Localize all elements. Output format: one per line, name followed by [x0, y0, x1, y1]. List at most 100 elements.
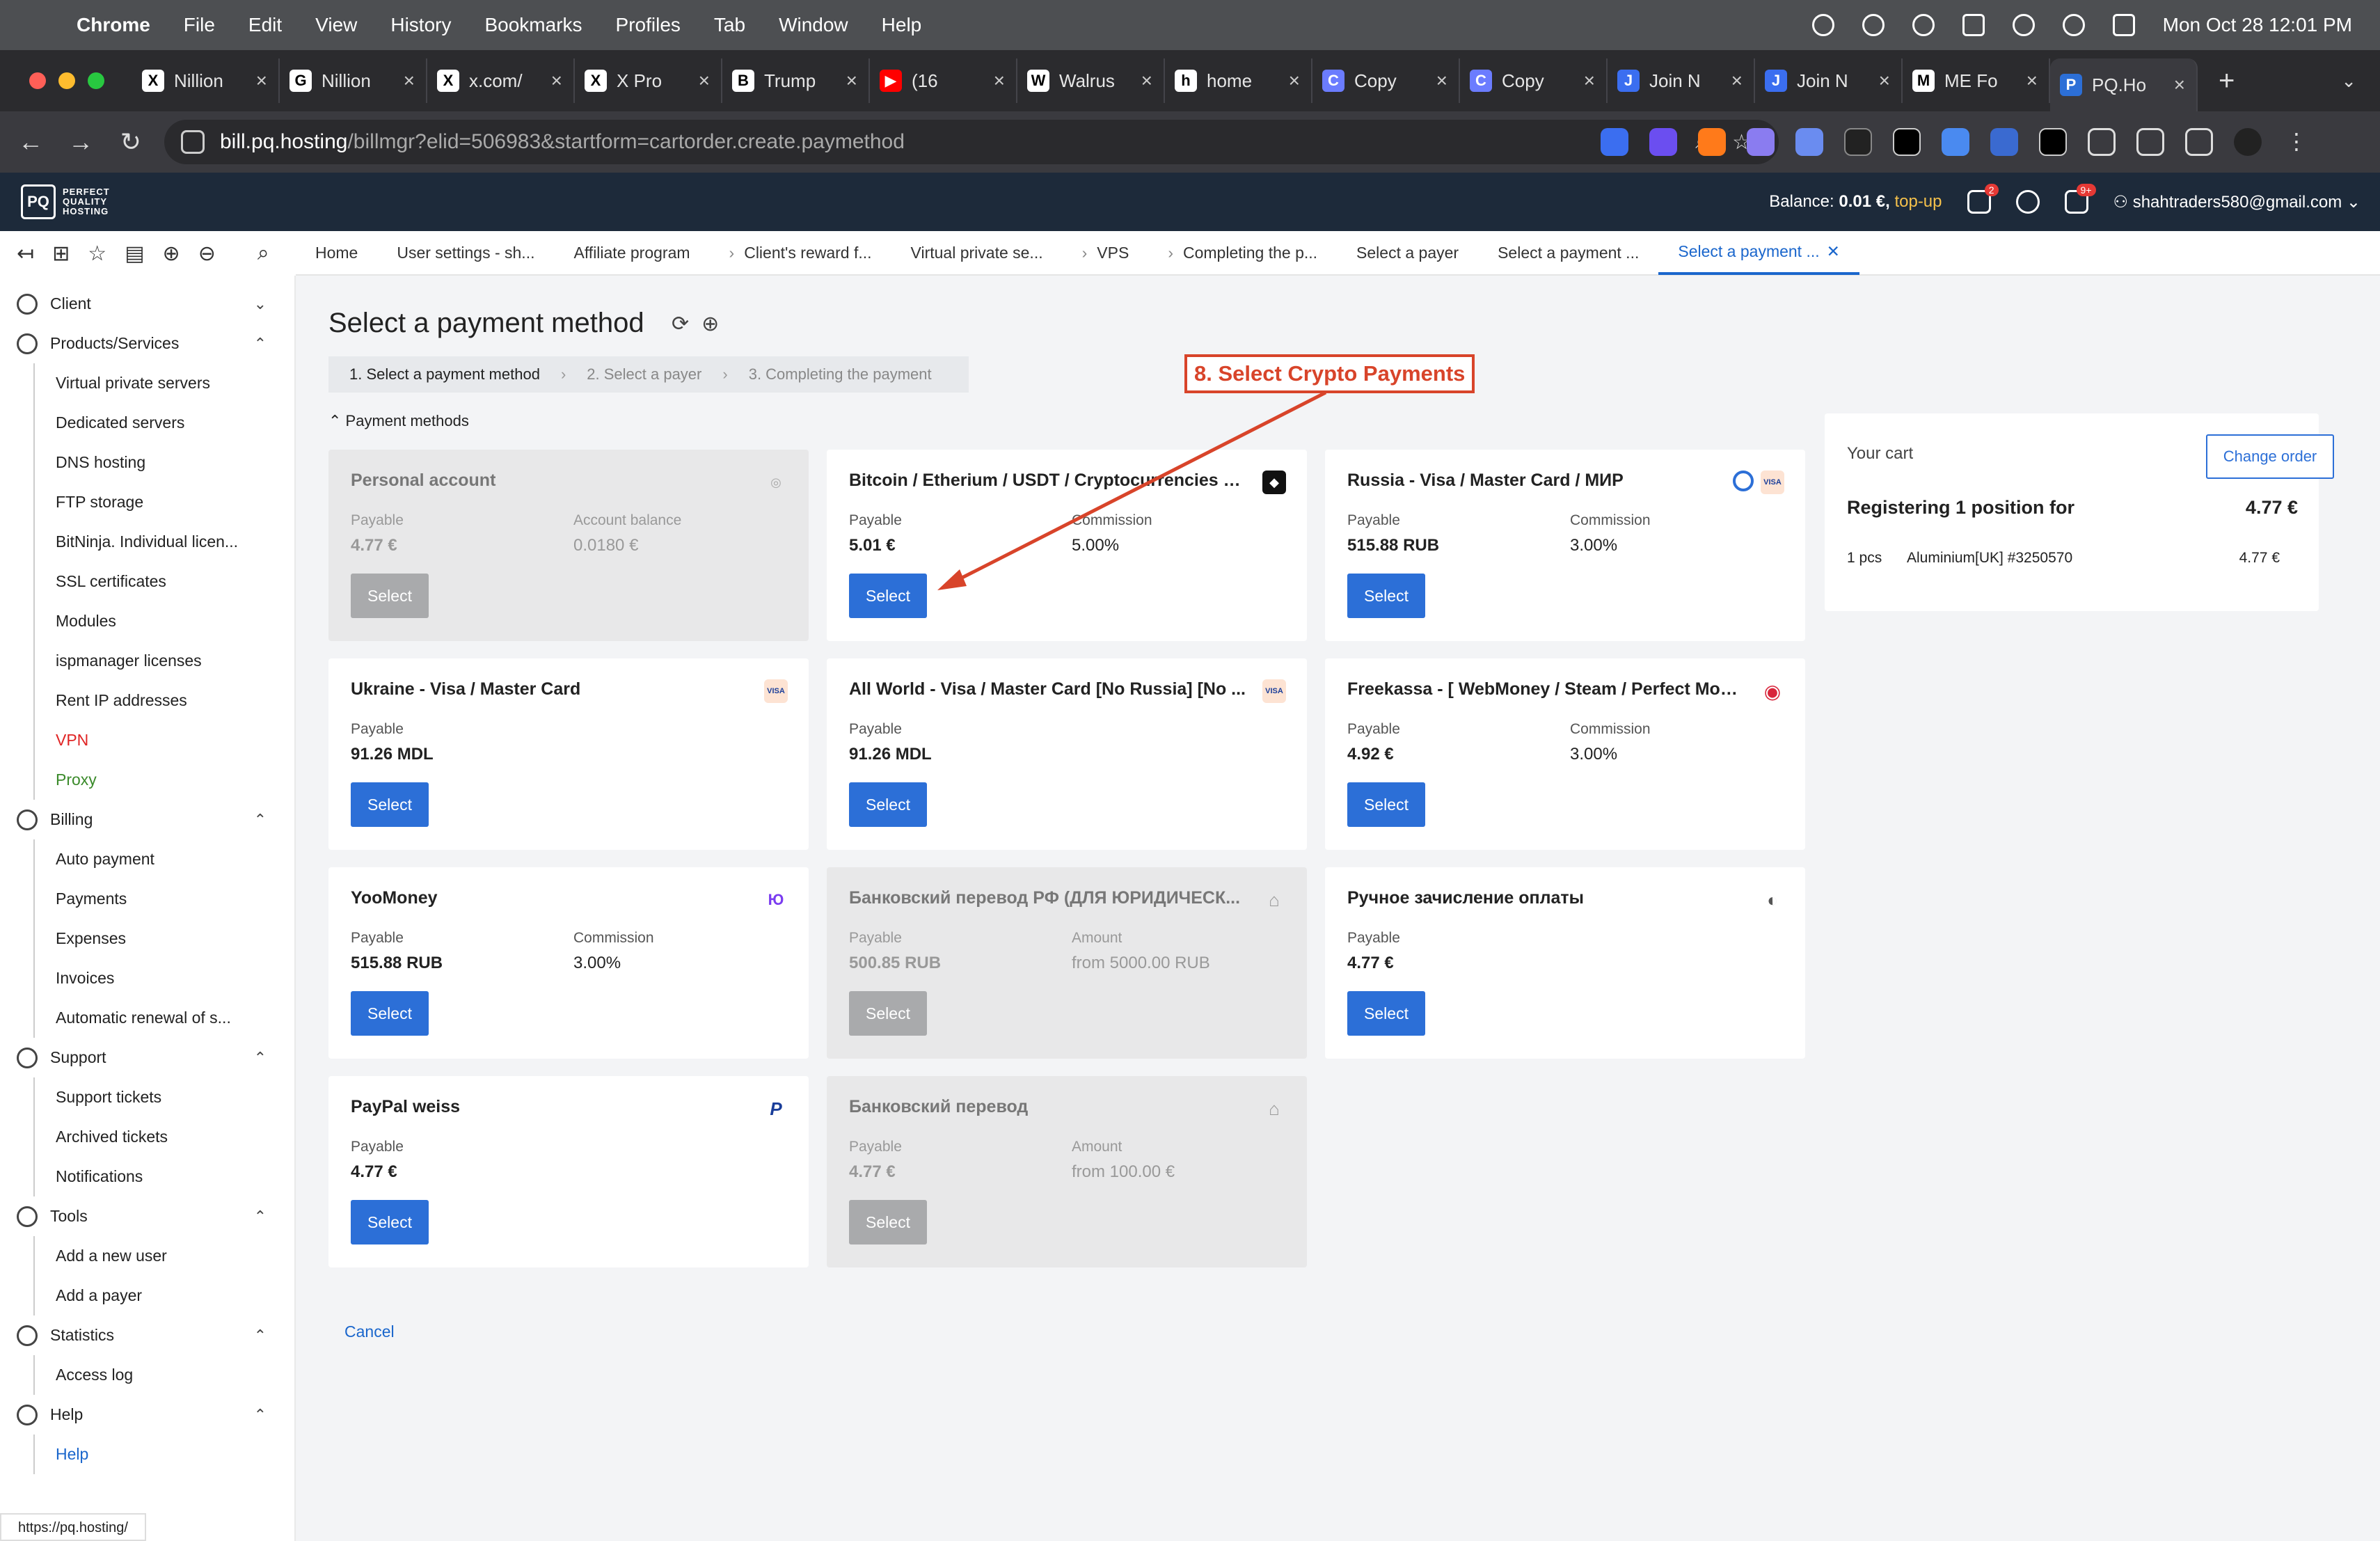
close-tab-icon[interactable]: × [551, 70, 562, 92]
select-button[interactable]: Select [351, 782, 429, 827]
extensions-puzzle-icon[interactable] [2088, 128, 2116, 156]
url-bar[interactable]: bill.pq.hosting/billmgr?elid=506983&star… [164, 120, 1779, 164]
refresh-icon[interactable]: ⟳ [672, 312, 689, 336]
sidebar-group-support[interactable]: Support ⌃ [0, 1038, 294, 1077]
sidebar-item-rent-ip[interactable]: Rent IP addresses [33, 681, 294, 720]
breadcrumb-select-payment-1[interactable]: Select a payment ... [1478, 244, 1658, 262]
menu-help[interactable]: Help [882, 14, 922, 36]
change-order-button[interactable]: Change order [2206, 434, 2334, 479]
forward-arrow-icon[interactable]: → [56, 127, 106, 157]
globe-icon[interactable]: ⊕ [701, 312, 719, 336]
payment-methods-section-toggle[interactable]: ⌃ Payment methods [328, 412, 469, 430]
close-tab-icon[interactable]: × [1584, 70, 1595, 92]
sidebar-item-vpn[interactable]: VPN [33, 720, 294, 760]
reload-icon[interactable]: ↻ [106, 127, 156, 157]
sidebar-item-add-new-user[interactable]: Add a new user [33, 1236, 294, 1276]
expand-all-icon[interactable]: ⊕ [163, 242, 180, 266]
sidebar-group-statistics[interactable]: Statistics ⌃ [0, 1315, 294, 1355]
menu-window[interactable]: Window [779, 14, 848, 36]
cancel-link[interactable]: Cancel [344, 1322, 395, 1341]
select-button[interactable]: Select [1347, 574, 1425, 618]
new-tab-icon[interactable]: + [2219, 65, 2235, 97]
browser-tab[interactable]: M ME Fo × [1903, 58, 2050, 103]
collapse-all-icon[interactable]: ⊖ [198, 242, 216, 266]
download-icon[interactable] [2185, 128, 2213, 156]
cart-icon[interactable]: 2 [1967, 184, 1999, 214]
site-settings-icon[interactable] [181, 130, 205, 154]
browser-tab[interactable]: G Nillion × [280, 58, 427, 103]
menu-edit[interactable]: Edit [248, 14, 282, 36]
sidebar-item-help[interactable]: Help [33, 1435, 294, 1474]
select-button[interactable]: Select [351, 574, 429, 618]
menu-bookmarks[interactable]: Bookmarks [484, 14, 582, 36]
sidebar-item-ftp-storage[interactable]: FTP storage [33, 482, 294, 522]
tab-search-chevron-icon[interactable]: ⌄ [2341, 70, 2356, 92]
menu-app[interactable]: Chrome [77, 14, 150, 36]
breadcrumb-clients-reward[interactable]: Client's reward f... [710, 244, 891, 262]
sidebar-group-tools[interactable]: Tools ⌃ [0, 1196, 294, 1236]
browser-tab[interactable]: X X Pro × [575, 58, 722, 103]
browser-tab[interactable]: B Trump × [722, 58, 870, 103]
menu-tab[interactable]: Tab [714, 14, 745, 36]
close-window-button[interactable] [29, 72, 46, 89]
browser-tab[interactable]: W Walrus × [1017, 58, 1165, 103]
sidebar-item-modules[interactable]: Modules [33, 601, 294, 641]
close-tab-icon[interactable]: × [1731, 70, 1743, 92]
sidebar-item-notifications[interactable]: Notifications [33, 1157, 294, 1196]
close-tab-icon[interactable]: × [404, 70, 415, 92]
battery-icon[interactable] [1962, 14, 1985, 36]
breadcrumb-vps[interactable]: VPS [1063, 244, 1149, 262]
sidebar-group-client[interactable]: Client ⌄ [0, 284, 294, 324]
chatgpt-icon[interactable] [1811, 14, 1834, 36]
top-up-link[interactable]: top-up [1894, 192, 1942, 211]
browser-tab[interactable]: J Join N × [1608, 58, 1755, 103]
control-center-icon[interactable] [2112, 14, 2135, 36]
support-headset-icon[interactable] [2015, 190, 2040, 214]
select-button[interactable]: Select [849, 574, 927, 618]
sidebar-item-archived-tickets[interactable]: Archived tickets [33, 1117, 294, 1157]
breadcrumb-user-settings[interactable]: User settings - sh... [377, 244, 554, 262]
sidebar-item-ssl-certificates[interactable]: SSL certificates [33, 562, 294, 601]
extension-icon[interactable] [1747, 128, 1775, 156]
close-tab-icon[interactable]: × [846, 70, 857, 92]
user-menu[interactable]: ⚇ shahtraders580@gmail.com ⌄ [2113, 192, 2361, 212]
browser-tab[interactable]: C Copy × [1460, 58, 1608, 103]
sidebar-group-help[interactable]: Help ⌃ [0, 1395, 294, 1435]
mail-icon[interactable]: 9+ [2064, 184, 2096, 214]
sidebar-item-dedicated-servers[interactable]: Dedicated servers [33, 403, 294, 443]
breadcrumb-select-payment-active[interactable]: Select a payment ... ✕ [1658, 230, 1859, 275]
browser-tab[interactable]: J Join N × [1755, 58, 1903, 103]
browser-tab-active[interactable]: P PQ.Ho × [2050, 58, 2198, 111]
select-button[interactable]: Select [849, 782, 927, 827]
close-tab-icon[interactable]: × [256, 70, 267, 92]
close-tab-icon[interactable]: × [1436, 70, 1447, 92]
sidebar-item-auto-payment[interactable]: Auto payment [33, 839, 294, 879]
chrome-menu-icon[interactable]: ⋮ [2283, 128, 2310, 156]
sidebar-item-expenses[interactable]: Expenses [33, 919, 294, 958]
close-tab-icon[interactable]: × [2174, 74, 2185, 96]
extension-icon[interactable] [2039, 128, 2067, 156]
briefcase-icon[interactable]: ▤ [125, 242, 144, 266]
close-tab-icon[interactable]: × [1289, 70, 1300, 92]
sidebar-group-products[interactable]: Products/Services ⌃ [0, 324, 294, 363]
sidebar-item-dns-hosting[interactable]: DNS hosting [33, 443, 294, 482]
sidebar-item-access-log[interactable]: Access log [33, 1355, 294, 1395]
wifi-icon[interactable] [2012, 14, 2035, 36]
activity-icon[interactable] [1862, 14, 1885, 36]
extension-icon[interactable] [1990, 128, 2018, 156]
extension-icon[interactable] [1893, 128, 1921, 156]
play-icon[interactable] [1912, 14, 1935, 36]
browser-tab[interactable]: C Copy × [1312, 58, 1460, 103]
profile-avatar[interactable] [2234, 128, 2262, 156]
select-button[interactable]: Select [351, 991, 429, 1036]
browser-tab[interactable]: X Nillion × [132, 58, 280, 103]
reading-list-icon[interactable] [2136, 128, 2164, 156]
extension-icon[interactable] [1698, 128, 1726, 156]
sidebar-item-add-payer[interactable]: Add a payer [33, 1276, 294, 1315]
pq-hosting-logo[interactable]: PQ PERFECT QUALITY HOSTING [21, 184, 110, 219]
sidebar-item-bitninja[interactable]: BitNinja. Individual licen... [33, 522, 294, 562]
spotlight-search-icon[interactable] [2062, 14, 2085, 36]
menu-view[interactable]: View [315, 14, 357, 36]
collapse-back-icon[interactable]: ↤ [17, 242, 34, 266]
favorite-star-icon[interactable]: ☆ [88, 242, 106, 266]
